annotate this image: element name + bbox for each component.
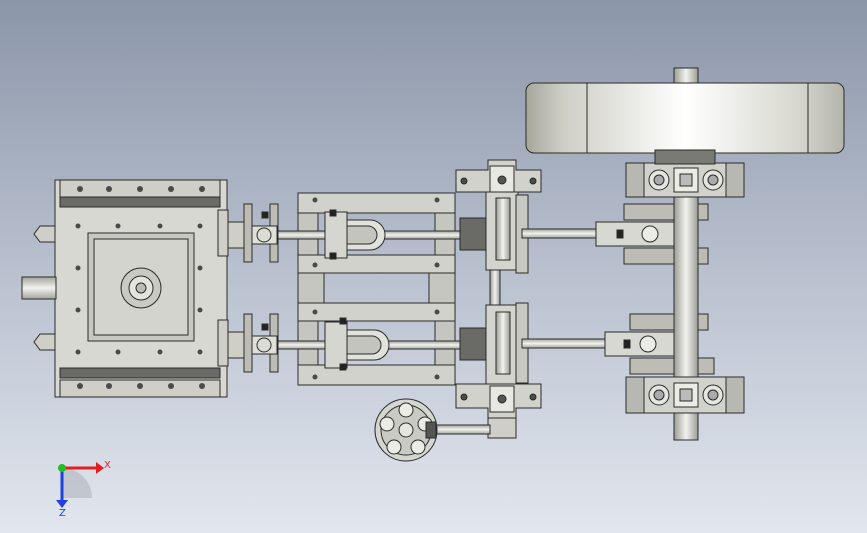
z-axis-label: Z xyxy=(59,508,66,519)
coordinate-triad[interactable]: X Z xyxy=(56,460,111,519)
upper-gland xyxy=(227,203,279,263)
lower-main-bearing xyxy=(625,376,745,414)
triad-shadow xyxy=(62,468,92,498)
upper-bearing-block xyxy=(455,159,542,193)
z-axis-head xyxy=(56,500,68,508)
x-axis-head xyxy=(96,462,104,474)
cylinder-block xyxy=(21,179,229,398)
flywheel xyxy=(525,82,845,165)
y-axis-dot xyxy=(58,464,66,472)
x-axis-label: X xyxy=(104,460,111,471)
crosshead-assembly xyxy=(459,189,529,386)
upper-main-bearing xyxy=(625,162,745,198)
lower-gland xyxy=(227,313,279,373)
engine-assembly-drawing[interactable]: X Z xyxy=(0,0,867,533)
cad-viewport[interactable]: X Z xyxy=(0,0,867,533)
